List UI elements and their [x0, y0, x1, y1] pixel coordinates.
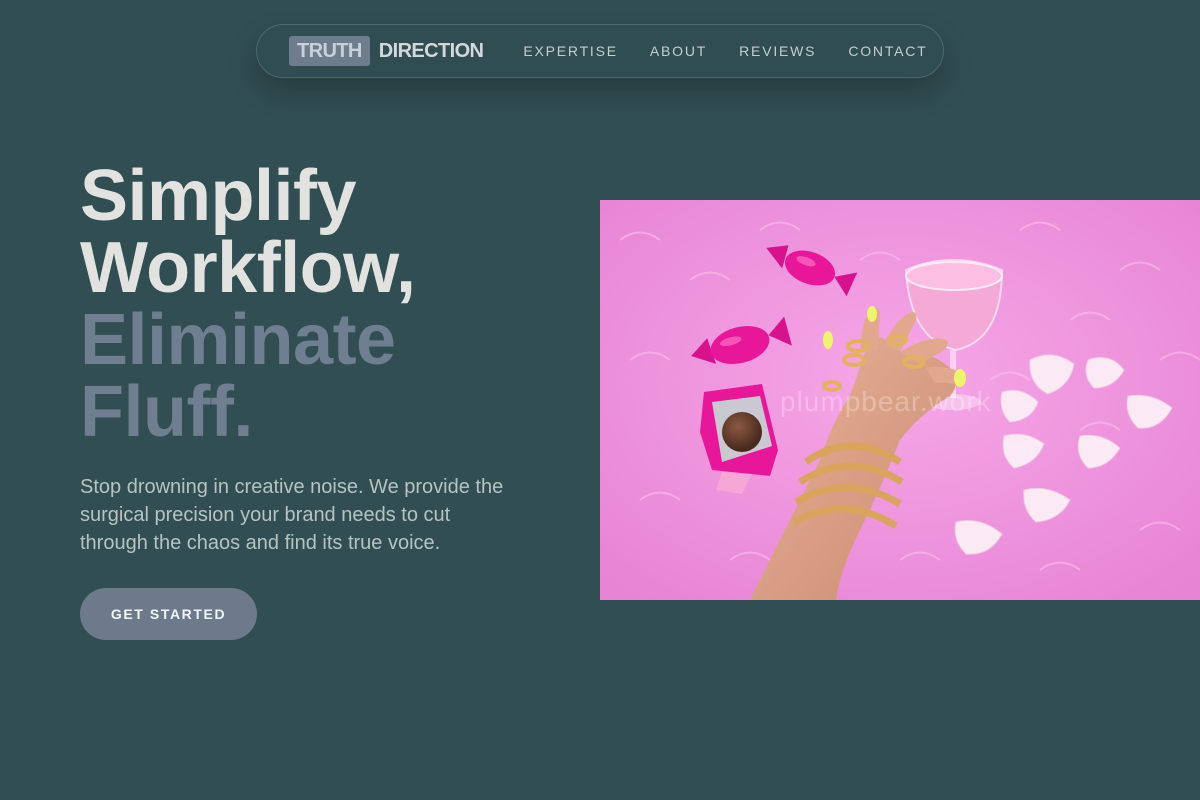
nav-link-about[interactable]: ABOUT	[650, 43, 707, 59]
headline-line-1: Simplify	[80, 156, 357, 236]
logo-wordmark: DIRECTION	[378, 40, 484, 62]
logo-mark: TRUTH	[289, 36, 370, 66]
hero-image: plumpbear.work	[600, 200, 1200, 600]
brand-logo[interactable]: TRUTH DIRECTION	[289, 36, 484, 66]
headline-line-2: Workflow,	[80, 228, 416, 308]
headline-line-3: Eliminate	[80, 300, 396, 380]
nav-link-expertise[interactable]: EXPERTISE	[523, 43, 618, 59]
top-navigation: TRUTH DIRECTION EXPERTISE ABOUT REVIEWS …	[256, 24, 944, 78]
get-started-button[interactable]: GET STARTED	[80, 588, 257, 640]
hero-subtitle: Stop drowning in creative noise. We prov…	[80, 476, 504, 554]
nav-link-contact[interactable]: CONTACT	[848, 43, 927, 59]
headline-line-4: Fluff.	[80, 372, 253, 452]
hero-headline: Simplify Workflow, Eliminate Fluff.	[80, 160, 416, 448]
nav-link-reviews[interactable]: REVIEWS	[739, 43, 816, 59]
landing-page: TRUTH DIRECTION EXPERTISE ABOUT REVIEWS …	[0, 0, 1200, 800]
nav-links: EXPERTISE ABOUT REVIEWS CONTACT	[523, 43, 927, 59]
image-watermark: plumpbear.work	[780, 386, 992, 417]
